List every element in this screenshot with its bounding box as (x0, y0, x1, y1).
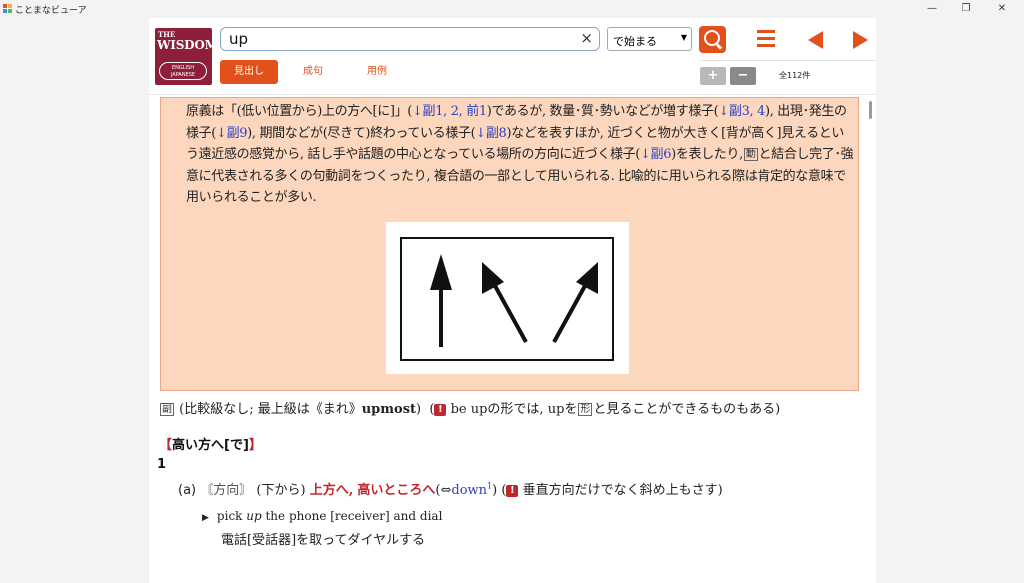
zoom-out-button[interactable]: − (730, 67, 756, 85)
domain-label: 〘方向〙 (200, 483, 253, 498)
up-arrows-icon (400, 237, 614, 361)
usage-note: be upの形では, upを (450, 402, 578, 417)
note-text: 原義は「(低い位置から)上の方へ[に]」( (186, 104, 413, 119)
minimize-button[interactable]: — (914, 0, 950, 18)
maximize-button[interactable]: ❐ (948, 0, 984, 18)
usage-note: と見ることができるものもある) (593, 402, 781, 417)
search-input[interactable]: up × (220, 27, 600, 51)
result-count: 全112件 (779, 71, 811, 80)
tab-phrases[interactable]: 成句 (284, 60, 342, 84)
example-sentence: ▶ pick up the phone [receiver] and dial (202, 509, 442, 523)
example-text: pick (216, 509, 247, 523)
previous-entry-icon[interactable] (808, 31, 823, 49)
tab-headword[interactable]: 見出し (220, 60, 278, 84)
antonym-marker: (⇔ (435, 483, 452, 498)
search-button[interactable] (699, 26, 726, 53)
header: THE WISDOM ENGLISH JAPANESE up × で始まる ▼ … (149, 18, 876, 95)
search-icon-handle (715, 43, 723, 50)
pos-text: ) (416, 402, 422, 417)
entry-content: 原義は「(低い位置から)上の方へ[に]」(↓副1, 2, 前1)であるが, 数量… (149, 95, 876, 583)
scrollbar[interactable] (869, 101, 872, 119)
caution-icon: ! (434, 404, 447, 416)
note-text: ), 期間などが(尽きて)終わっている様子( (247, 125, 476, 141)
pos-text: (比較級なし; 最上級は《まれ》 (179, 402, 362, 417)
search-mode-select[interactable]: で始まる ▼ (607, 27, 692, 51)
pos-label-box: 副 (160, 403, 174, 416)
ref-link[interactable]: ↓副9 (216, 126, 247, 141)
next-entry-icon[interactable] (853, 31, 868, 49)
dictionary-logo: THE WISDOM ENGLISH JAPANESE (155, 28, 218, 85)
header-divider (700, 60, 876, 61)
menu-icon[interactable] (757, 30, 775, 47)
sense-heading: 【高い方へ[で]】 (159, 434, 262, 453)
note-text: )であるが, 数量･質･勢いなどが増す様子( (486, 104, 719, 119)
antonym-marker: ) (492, 483, 498, 498)
tab-examples[interactable]: 用例 (348, 60, 406, 84)
pos-label-box: 形 (578, 403, 593, 416)
gloss: 上方へ, (309, 483, 354, 498)
ref-link[interactable]: ↓副6 (640, 147, 671, 162)
subsense-a: (a) 〘方向〙 (下から) 上方へ, 高いところへ(⇔down1) (! 垂直… (178, 479, 723, 498)
example-keyword: up (246, 509, 262, 523)
example-translation: 電話[受話器]を取ってダイヤルする (221, 533, 426, 548)
close-window-button[interactable]: ✕ (984, 0, 1020, 18)
superlative-form: upmost (361, 402, 417, 417)
sense-bracket: 【 (159, 438, 173, 453)
viewer-window: THE WISDOM ENGLISH JAPANESE up × で始まる ▼ … (149, 18, 876, 583)
etymology-text: 原義は「(低い位置から)上の方へ[に]」(↓副1, 2, 前1)であるが, 数量… (186, 101, 854, 209)
clear-icon[interactable]: × (580, 29, 593, 47)
app-icon (3, 4, 12, 13)
search-value[interactable]: up (229, 30, 248, 48)
ref-link[interactable]: 前1 (466, 104, 487, 119)
window-title: ことまなビューア (15, 6, 87, 16)
example-text: the phone [receiver] and dial (261, 509, 443, 523)
play-icon[interactable]: ▶ (202, 513, 209, 523)
ref-link[interactable]: ↓副8 (475, 126, 506, 141)
logo-wisdom: WISDOM (157, 38, 218, 52)
logo-sub-english: ENGLISH (172, 65, 194, 71)
qualifier: (下から) (256, 483, 306, 498)
search-mode-value: で始まる (613, 35, 657, 48)
antonym-link[interactable]: down (451, 483, 487, 498)
part-of-speech-line: 副 (比較級なし; 最上級は《まれ》upmost) (! be upの形では, … (159, 398, 780, 417)
subsense-label: (a) (178, 483, 197, 498)
sense-bracket: 】 (248, 438, 262, 453)
ref-link[interactable]: ↓副1, 2, (412, 104, 463, 119)
zoom-in-button[interactable]: + (700, 67, 726, 85)
sense-label: 高い方へ[で] (172, 438, 249, 453)
ref-link[interactable]: ↓副3, 4 (718, 104, 765, 119)
pos-label-box: 動 (743, 148, 758, 161)
sense-number: 1 (157, 457, 167, 472)
chevron-down-icon: ▼ (680, 33, 687, 42)
logo-sub-japanese: JAPANESE (170, 72, 196, 78)
logo-subtitle: ENGLISH JAPANESE (159, 62, 207, 80)
caution-icon: ! (506, 485, 519, 497)
etymology-note: 原義は「(低い位置から)上の方へ[に]」(↓副1, 2, 前1)であるが, 数量… (160, 97, 859, 391)
title-bar: ことまなビューア — ❐ ✕ (0, 0, 1024, 18)
note-text: )を表したり, (671, 147, 743, 162)
usage-note: 垂直方向だけでなく斜め上もさす) (522, 483, 723, 498)
gloss: 高いところへ (357, 483, 436, 498)
direction-figure (386, 222, 629, 374)
